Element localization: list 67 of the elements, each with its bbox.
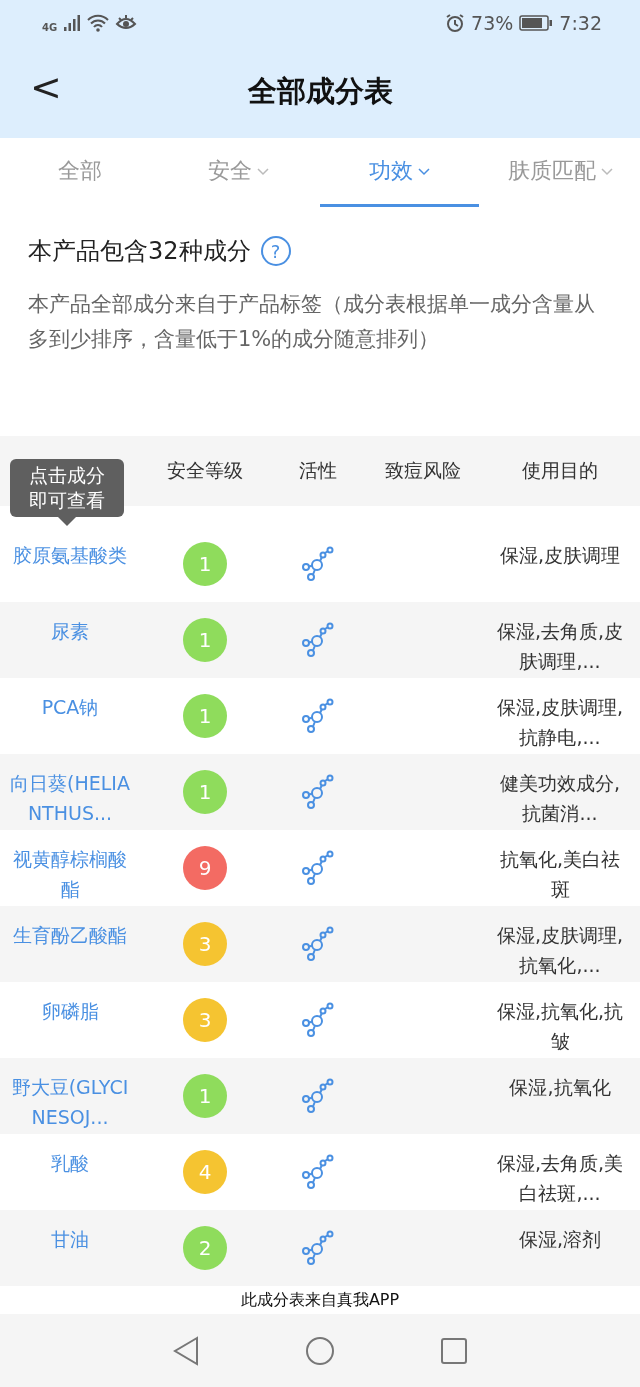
usage-purpose: 保湿,去角质,皮肤调理,... — [495, 619, 625, 674]
eye-icon — [115, 13, 138, 32]
filter-tab[interactable]: 功效 — [320, 138, 479, 207]
ingredient-link[interactable]: 尿素 — [0, 602, 140, 646]
ingredient-count: 本产品包含32种成分 — [28, 236, 251, 267]
wifi-icon — [87, 13, 110, 32]
usage-purpose: 保湿,皮肤调理 — [498, 543, 621, 568]
usage-purpose: 保湿,皮肤调理,抗静电,... — [495, 695, 625, 750]
usage-purpose: 保湿,去角质,美白祛斑,... — [495, 1151, 625, 1206]
safety-grade: 9 — [183, 846, 227, 890]
safety-grade: 2 — [183, 1226, 227, 1270]
molecule-icon — [300, 850, 335, 886]
usage-purpose: 抗氧化,美白祛斑 — [498, 847, 621, 902]
page-title: 全部成分表 — [247, 72, 393, 110]
source-note: 此成分表来自真我APP — [239, 1289, 401, 1311]
tooltip-arrow — [58, 517, 76, 526]
usage-purpose: 健美功效成分,抗菌消... — [498, 771, 621, 826]
molecule-icon — [300, 1078, 335, 1114]
safety-grade: 3 — [183, 998, 227, 1042]
usage-purpose: 保湿,溶剂 — [517, 1227, 602, 1252]
usage-purpose: 保湿,抗氧化,抗皱 — [495, 999, 625, 1054]
description: 本产品全部成分来自于产品标签（成分表根据单一成分含量从多到少排序，含量低于1%的成分随意排列） — [28, 291, 596, 353]
safety-grade: 1 — [183, 542, 227, 586]
safety-grade: 1 — [183, 618, 227, 662]
usage-purpose: 保湿,抗氧化 — [508, 1075, 612, 1100]
ingredient-link[interactable]: 卵磷脂 — [0, 982, 140, 1026]
ingredient-link[interactable]: 野大豆(GLYCINESOJ... — [0, 1058, 140, 1132]
battery-icon — [519, 14, 554, 31]
back-nav-icon[interactable] — [172, 1335, 200, 1366]
help-button[interactable]: ? — [260, 236, 291, 266]
battery-percent: 73% — [471, 11, 514, 34]
molecule-icon — [300, 1002, 335, 1038]
safety-grade: 3 — [183, 922, 227, 966]
column-header: 使用目的 — [521, 458, 599, 483]
usage-purpose: 保湿,皮肤调理,抗氧化,... — [495, 923, 625, 978]
molecule-icon — [300, 546, 335, 582]
column-header: 致痘风险 — [383, 458, 462, 483]
tooltip: 点击成分即可查看 — [10, 459, 124, 517]
back-button[interactable]: < — [24, 65, 68, 109]
ingredient-link[interactable]: 视黄醇棕榈酸酯 — [0, 830, 140, 904]
column-header: 安全等级 — [166, 458, 244, 483]
ingredient-link[interactable]: PCA钠 — [0, 678, 140, 722]
ingredient-link[interactable]: 甘油 — [0, 1210, 140, 1254]
ingredient-link[interactable]: 向日葵(HELIANTHUS... — [0, 754, 140, 828]
molecule-icon — [300, 926, 335, 962]
molecule-icon — [300, 774, 335, 810]
ingredient-link[interactable]: 乳酸 — [0, 1134, 140, 1178]
safety-grade: 1 — [183, 694, 227, 738]
column-header: 活性 — [297, 458, 338, 483]
alarm-icon — [445, 12, 466, 33]
signal-icon — [63, 14, 82, 31]
filter-tab[interactable]: 肤质匹配 — [481, 138, 640, 207]
filter-tab[interactable]: 全部 — [0, 138, 159, 207]
ingredient-link[interactable]: 胶原氨基酸类 — [0, 526, 140, 570]
molecule-icon — [300, 1230, 335, 1266]
filter-tab[interactable]: 安全 — [159, 138, 318, 207]
safety-grade: 1 — [183, 770, 227, 814]
safety-grade: 4 — [183, 1150, 227, 1194]
molecule-icon — [300, 622, 335, 658]
home-nav-icon[interactable] — [305, 1335, 335, 1366]
network-type: 4G — [42, 22, 58, 33]
recents-nav-icon[interactable] — [440, 1336, 468, 1365]
molecule-icon — [300, 698, 335, 734]
ingredient-link[interactable]: 生育酚乙酸酯 — [0, 906, 140, 950]
clock: 7:32 — [559, 11, 602, 34]
molecule-icon — [300, 1154, 335, 1190]
safety-grade: 1 — [183, 1074, 227, 1118]
